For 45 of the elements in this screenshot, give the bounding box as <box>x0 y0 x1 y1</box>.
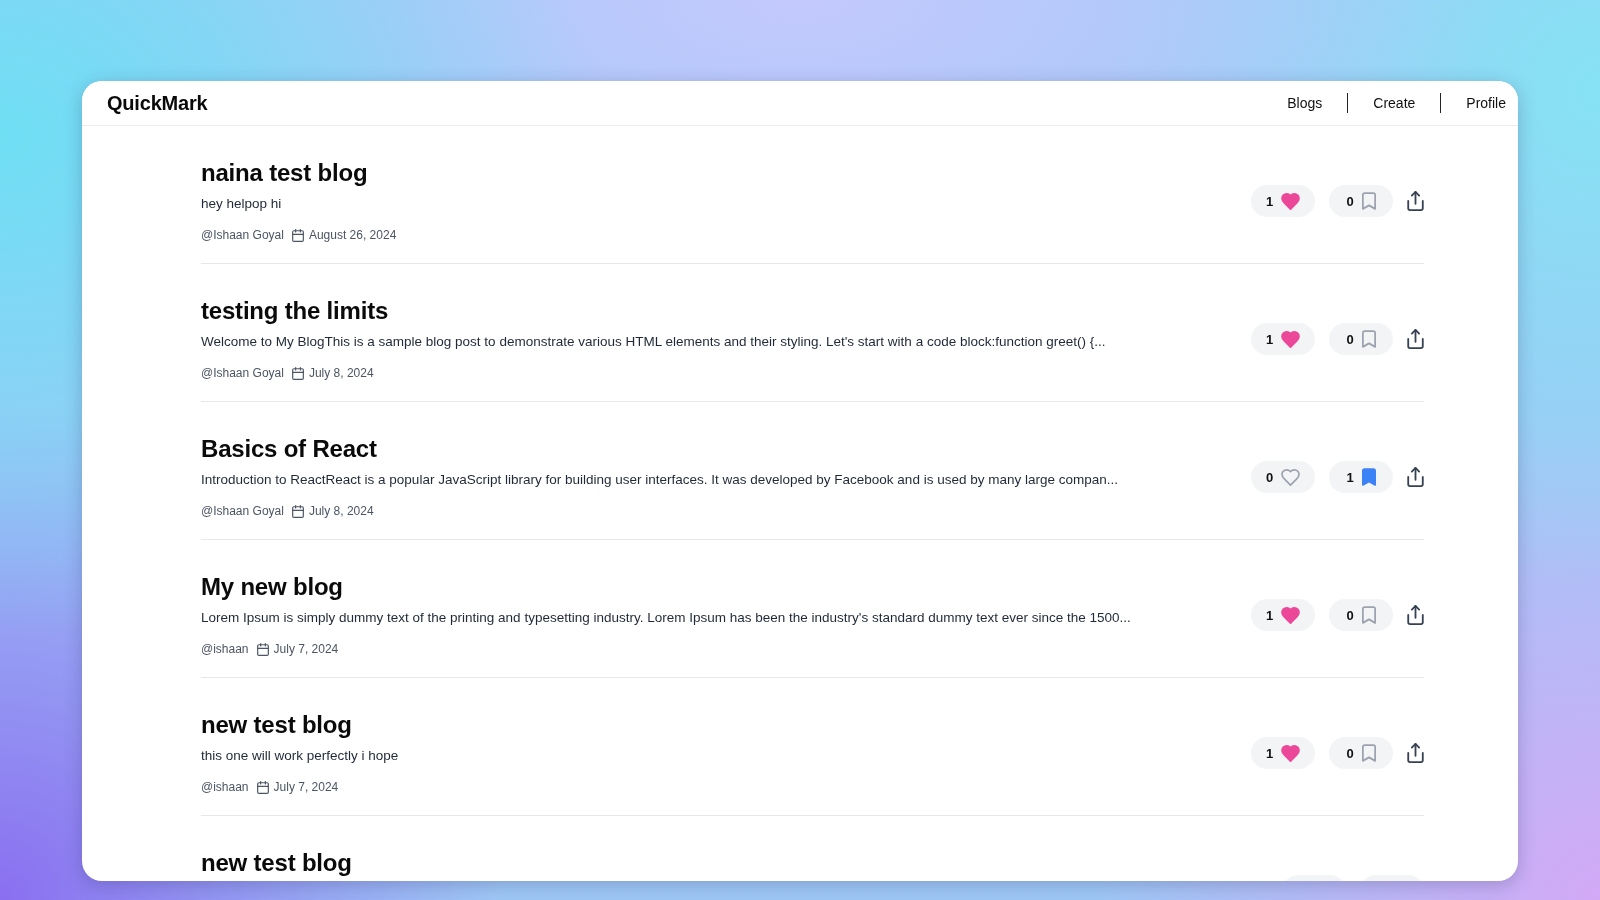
share-icon <box>1407 329 1424 349</box>
post-date: July 8, 2024 <box>308 365 374 381</box>
post-title[interactable]: new test blog <box>201 848 352 878</box>
nav-link[interactable]: Profile <box>1466 95 1506 111</box>
calendar-icon <box>291 228 304 242</box>
bookmark-button[interactable]: 1 <box>1329 461 1393 493</box>
bookmark-button[interactable]: 0 <box>1329 185 1393 217</box>
bookmark-button[interactable]: 0 <box>1329 737 1393 769</box>
post-author: @Ishaan Goyal <box>201 503 284 519</box>
nav-link[interactable]: Create <box>1373 95 1416 111</box>
post-author: @ishaan <box>201 641 249 657</box>
bookmark-button[interactable]: 0 <box>1329 323 1393 355</box>
post-author: @Ishaan Goyal <box>201 227 284 243</box>
like-button[interactable]: 1 <box>1251 185 1315 217</box>
post-author: @ishaan <box>201 779 249 795</box>
like-button[interactable]: 1 <box>1251 599 1315 631</box>
post-title[interactable]: naina test blog <box>201 158 368 188</box>
share-icon <box>1407 743 1424 763</box>
share-icon <box>1407 191 1424 211</box>
nav-link[interactable]: Blogs <box>1287 95 1323 111</box>
post-date: July 7, 2024 <box>273 641 339 657</box>
post-excerpt: this one will work perfectly i hope <box>201 747 399 765</box>
post-title[interactable]: Basics of React <box>201 434 377 464</box>
post-excerpt: Welcome to My BlogThis is a sample blog post to demonstrate various HTML elements and their styling. Let's start with a code block:function greet() {... <box>201 333 1106 351</box>
calendar-icon <box>256 642 269 656</box>
post-date: July 8, 2024 <box>308 503 374 519</box>
post-excerpt: Lorem Ipsum is simply dummy text of the printing and typesetting industry. Lorem Ipsum has been the industry's standard dummy text ever since the 1500... <box>201 609 1131 627</box>
like-button[interactable]: 0 <box>1251 461 1315 493</box>
calendar-icon <box>291 366 304 380</box>
post-date: August 26, 2024 <box>308 227 397 243</box>
post-title[interactable]: new test blog <box>201 710 352 740</box>
calendar-icon <box>256 780 269 794</box>
bookmark-button[interactable]: 0 <box>1329 599 1393 631</box>
post-title[interactable]: My new blog <box>201 572 343 602</box>
brand-logo[interactable]: QuickMark <box>107 91 208 115</box>
like-button[interactable]: 1 <box>1251 737 1315 769</box>
post-author: @Ishaan Goyal <box>201 365 284 381</box>
post-excerpt: Introduction to ReactReact is a popular JavaScript library for building user interfaces. It was developed by Facebook and is used by many large compan... <box>201 471 1118 489</box>
post-date: July 7, 2024 <box>273 779 339 795</box>
post-excerpt: hey helpop hi <box>201 195 282 213</box>
calendar-icon <box>291 504 304 518</box>
share-icon <box>1407 605 1424 625</box>
like-button[interactable]: 1 <box>1251 323 1315 355</box>
share-icon <box>1407 467 1424 487</box>
post-title[interactable]: testing the limits <box>201 296 389 326</box>
